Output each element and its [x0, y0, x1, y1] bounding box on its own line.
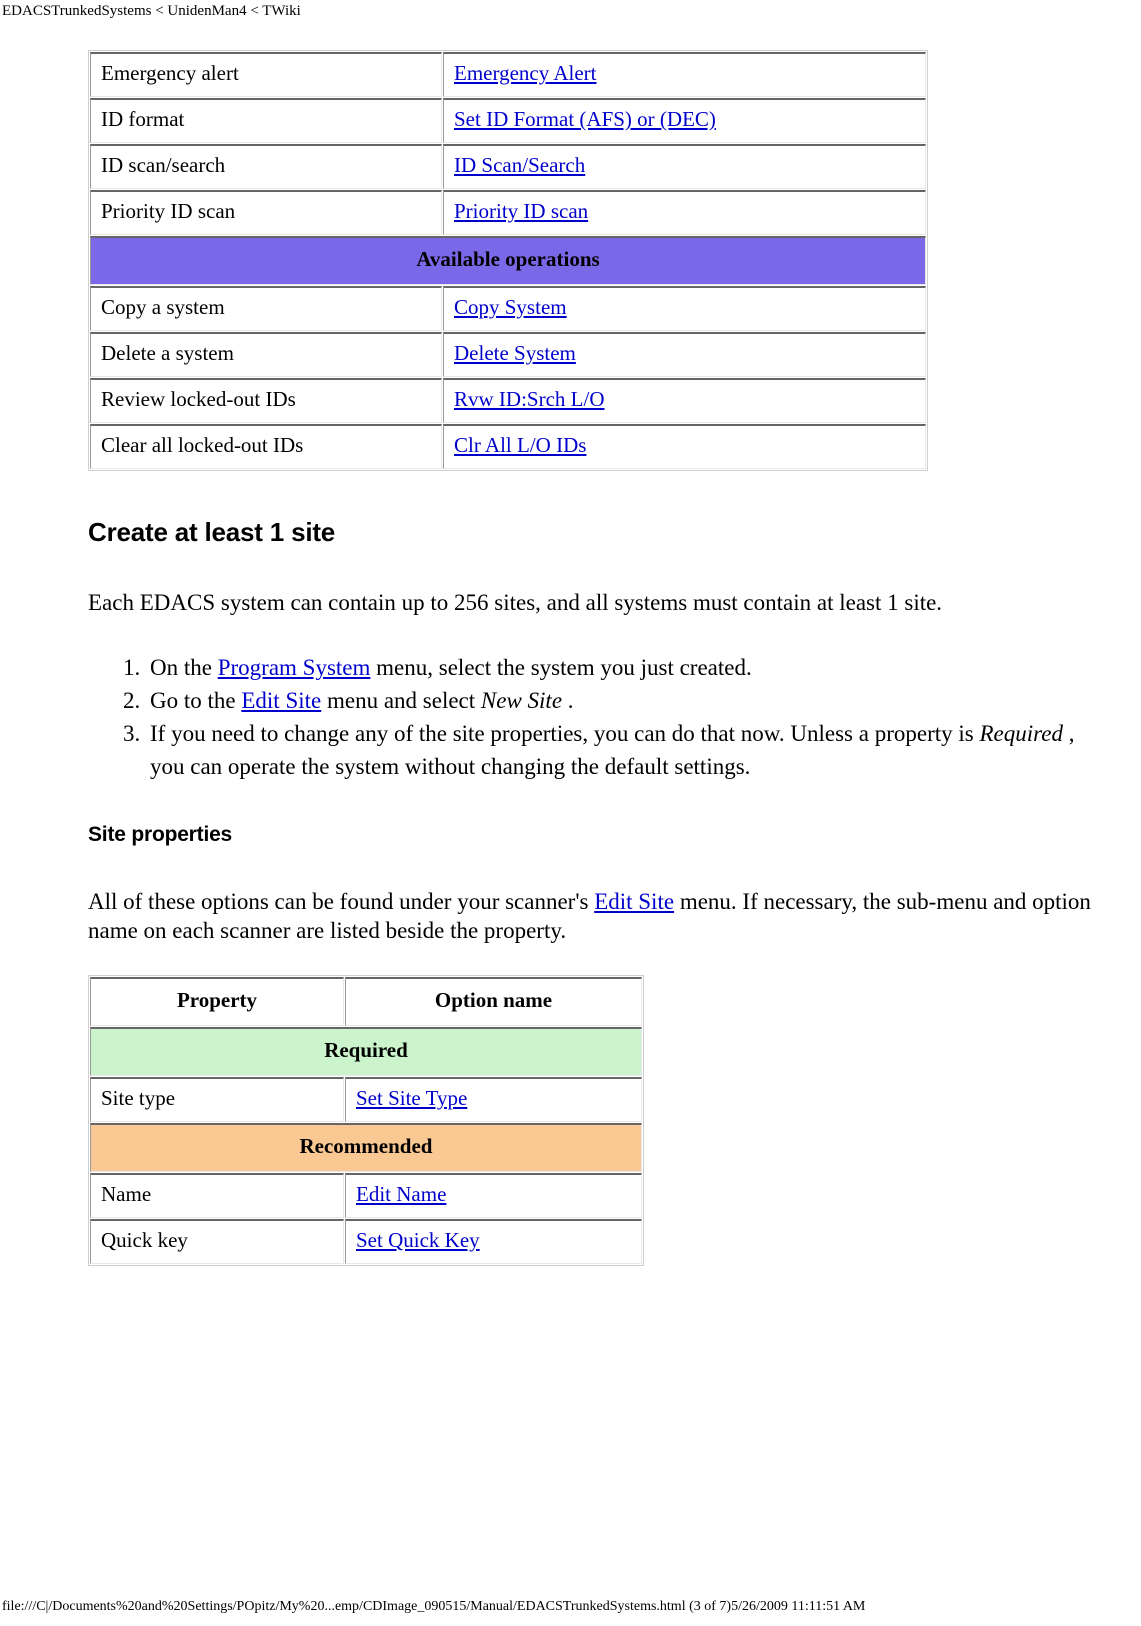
operations-table: Emergency alert Emergency Alert ID forma… [88, 50, 928, 471]
step-text-pre: Go to the [150, 688, 242, 713]
property-cell: Quick key [90, 1219, 344, 1264]
site-properties-intro-paragraph: All of these options can be found under … [88, 887, 1102, 945]
table-row: Delete a system Delete System [90, 332, 926, 377]
table-section-row: Available operations [90, 236, 926, 285]
property-cell: Delete a system [90, 332, 442, 377]
list-item: Go to the Edit Site menu and select New … [146, 684, 1102, 717]
section-header-recommended: Recommended [90, 1123, 642, 1172]
property-cell: Review locked-out IDs [90, 378, 442, 423]
table-row: Copy a system Copy System [90, 286, 926, 331]
site-properties-table-body: Property Option name Required Site type … [90, 977, 642, 1264]
option-link[interactable]: Set Site Type [356, 1086, 467, 1110]
page-header-breadcrumb: EDACSTrunkedSystems < UnidenMan4 < TWiki [2, 3, 301, 19]
create-site-steps-list: On the Program System menu, select the s… [88, 651, 1102, 783]
step-text-pre: On the [150, 655, 218, 680]
table-row: Quick key Set Quick Key [90, 1219, 642, 1264]
table-row: Review locked-out IDs Rvw ID:Srch L/O [90, 378, 926, 423]
site-properties-table: Property Option name Required Site type … [88, 975, 644, 1266]
option-link[interactable]: Copy System [454, 295, 567, 319]
option-cell: Copy System [443, 286, 926, 331]
edit-site-link[interactable]: Edit Site [594, 889, 674, 914]
step-text-tail: . [562, 688, 574, 713]
table-row: ID scan/search ID Scan/Search [90, 144, 926, 189]
option-cell: Set ID Format (AFS) or (DEC) [443, 98, 926, 143]
page-footer-path: file:///C|/Documents%20and%20Settings/PO… [2, 1599, 866, 1614]
property-cell: Copy a system [90, 286, 442, 331]
intro-text-pre: All of these options can be found under … [88, 889, 595, 914]
table-row: Clear all locked-out IDs Clr All L/O IDs [90, 424, 926, 469]
table-header-row: Property Option name [90, 977, 642, 1026]
option-cell: Edit Name [345, 1173, 642, 1218]
option-cell: Delete System [443, 332, 926, 377]
option-link[interactable]: Set Quick Key [356, 1228, 480, 1252]
option-link[interactable]: Emergency Alert [454, 61, 596, 85]
page-title-create-site: Create at least 1 site [88, 517, 336, 547]
section-header-available-operations: Available operations [90, 236, 926, 285]
step-text-post: menu and select [321, 688, 481, 713]
option-cell: Rvw ID:Srch L/O [443, 378, 926, 423]
table-row: Name Edit Name [90, 1173, 642, 1218]
option-cell: ID Scan/Search [443, 144, 926, 189]
step-text-post: menu, select the system you just created… [370, 655, 752, 680]
option-link[interactable]: Priority ID scan [454, 199, 588, 223]
program-system-link[interactable]: Program System [218, 655, 371, 680]
operations-table-body: Emergency alert Emergency Alert ID forma… [90, 52, 926, 469]
option-link[interactable]: ID Scan/Search [454, 153, 585, 177]
property-cell: Priority ID scan [90, 190, 442, 235]
option-link[interactable]: Delete System [454, 341, 576, 365]
option-link[interactable]: Rvw ID:Srch L/O [454, 387, 605, 411]
section-title-site-properties: Site properties [88, 823, 233, 846]
property-cell: Site type [90, 1077, 344, 1122]
property-cell: Name [90, 1173, 344, 1218]
option-link[interactable]: Set ID Format (AFS) or (DEC) [454, 107, 716, 131]
option-cell: Priority ID scan [443, 190, 926, 235]
table-row: Emergency alert Emergency Alert [90, 52, 926, 97]
step-emphasis: New Site [480, 688, 563, 713]
table-row: ID format Set ID Format (AFS) or (DEC) [90, 98, 926, 143]
option-link[interactable]: Clr All L/O IDs [454, 433, 586, 457]
list-item: On the Program System menu, select the s… [146, 651, 1102, 684]
property-cell: Clear all locked-out IDs [90, 424, 442, 469]
table-section-row: Required [90, 1027, 642, 1076]
table-section-row: Recommended [90, 1123, 642, 1172]
list-item: If you need to change any of the site pr… [146, 717, 1102, 783]
option-cell: Set Quick Key [345, 1219, 642, 1264]
step-text-pre: If you need to change any of the site pr… [150, 721, 980, 746]
step-emphasis: Required [979, 721, 1063, 746]
site-properties-table-clip: Property Option name Required Site type … [88, 975, 1102, 1347]
table-row: Priority ID scan Priority ID scan [90, 190, 926, 235]
property-cell: ID scan/search [90, 144, 442, 189]
option-cell: Clr All L/O IDs [443, 424, 926, 469]
property-cell: ID format [90, 98, 442, 143]
content-column: Emergency alert Emergency Alert ID forma… [88, 50, 1102, 1347]
section-header-required: Required [90, 1027, 642, 1076]
option-cell: Emergency Alert [443, 52, 926, 97]
option-cell: Set Site Type [345, 1077, 642, 1122]
property-cell: Emergency alert [90, 52, 442, 97]
create-site-intro-paragraph: Each EDACS system can contain up to 256 … [88, 590, 943, 615]
column-header-property: Property [90, 977, 344, 1026]
edit-site-link[interactable]: Edit Site [241, 688, 321, 713]
table-row: Site type Set Site Type [90, 1077, 642, 1122]
column-header-option-name: Option name [345, 977, 642, 1026]
option-link[interactable]: Edit Name [356, 1182, 446, 1206]
